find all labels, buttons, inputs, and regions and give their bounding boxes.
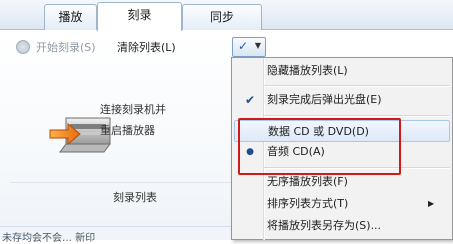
menu-item-label: 刻录完成后弹出光盘(E) <box>267 93 382 106</box>
tab-burn[interactable]: 刻录 <box>97 2 182 31</box>
restart-player-message: 重启播放器 <box>100 124 155 137</box>
menu-item-hide-playlist[interactable]: 隐藏播放列表(L) <box>234 60 450 82</box>
submenu-arrow-icon: ▶ <box>428 199 435 208</box>
burn-list-title: 刻录列表 <box>113 191 157 204</box>
menu-separator-highlight <box>264 86 450 87</box>
chevron-down-icon: ▼ <box>254 41 262 50</box>
checkmark-icon: ✔ <box>244 93 256 107</box>
clear-list-button[interactable]: 清除列表(L) <box>117 39 176 55</box>
menu-item-label: 排序列表方式(T) <box>267 197 349 210</box>
menu-item-sort-by[interactable]: 排序列表方式(T) ▶ <box>234 193 450 215</box>
tab-play[interactable]: 播放 <box>44 4 97 31</box>
menu-item-label: 将播放列表另存为(S)... <box>267 219 382 232</box>
highlight-frame <box>238 118 401 175</box>
checklist-icon: ✓ <box>237 39 249 53</box>
menu-item-save-playlist-as[interactable]: 将播放列表另存为(S)... <box>234 215 450 237</box>
start-burn-icon <box>16 40 30 54</box>
bottom-status-text: 未存均会不会… 新印 <box>2 233 96 244</box>
start-burn-button[interactable]: 开始刻录(S) <box>36 39 96 55</box>
tab-sync[interactable]: 同步 <box>182 4 262 31</box>
menu-item-eject-after-burn[interactable]: ✔ 刻录完成后弹出光盘(E) <box>234 89 450 111</box>
connect-burner-message: 连接刻录机并 <box>100 103 166 116</box>
menu-item-label: 隐藏播放列表(L) <box>267 64 348 77</box>
menu-separator-highlight <box>264 116 450 117</box>
